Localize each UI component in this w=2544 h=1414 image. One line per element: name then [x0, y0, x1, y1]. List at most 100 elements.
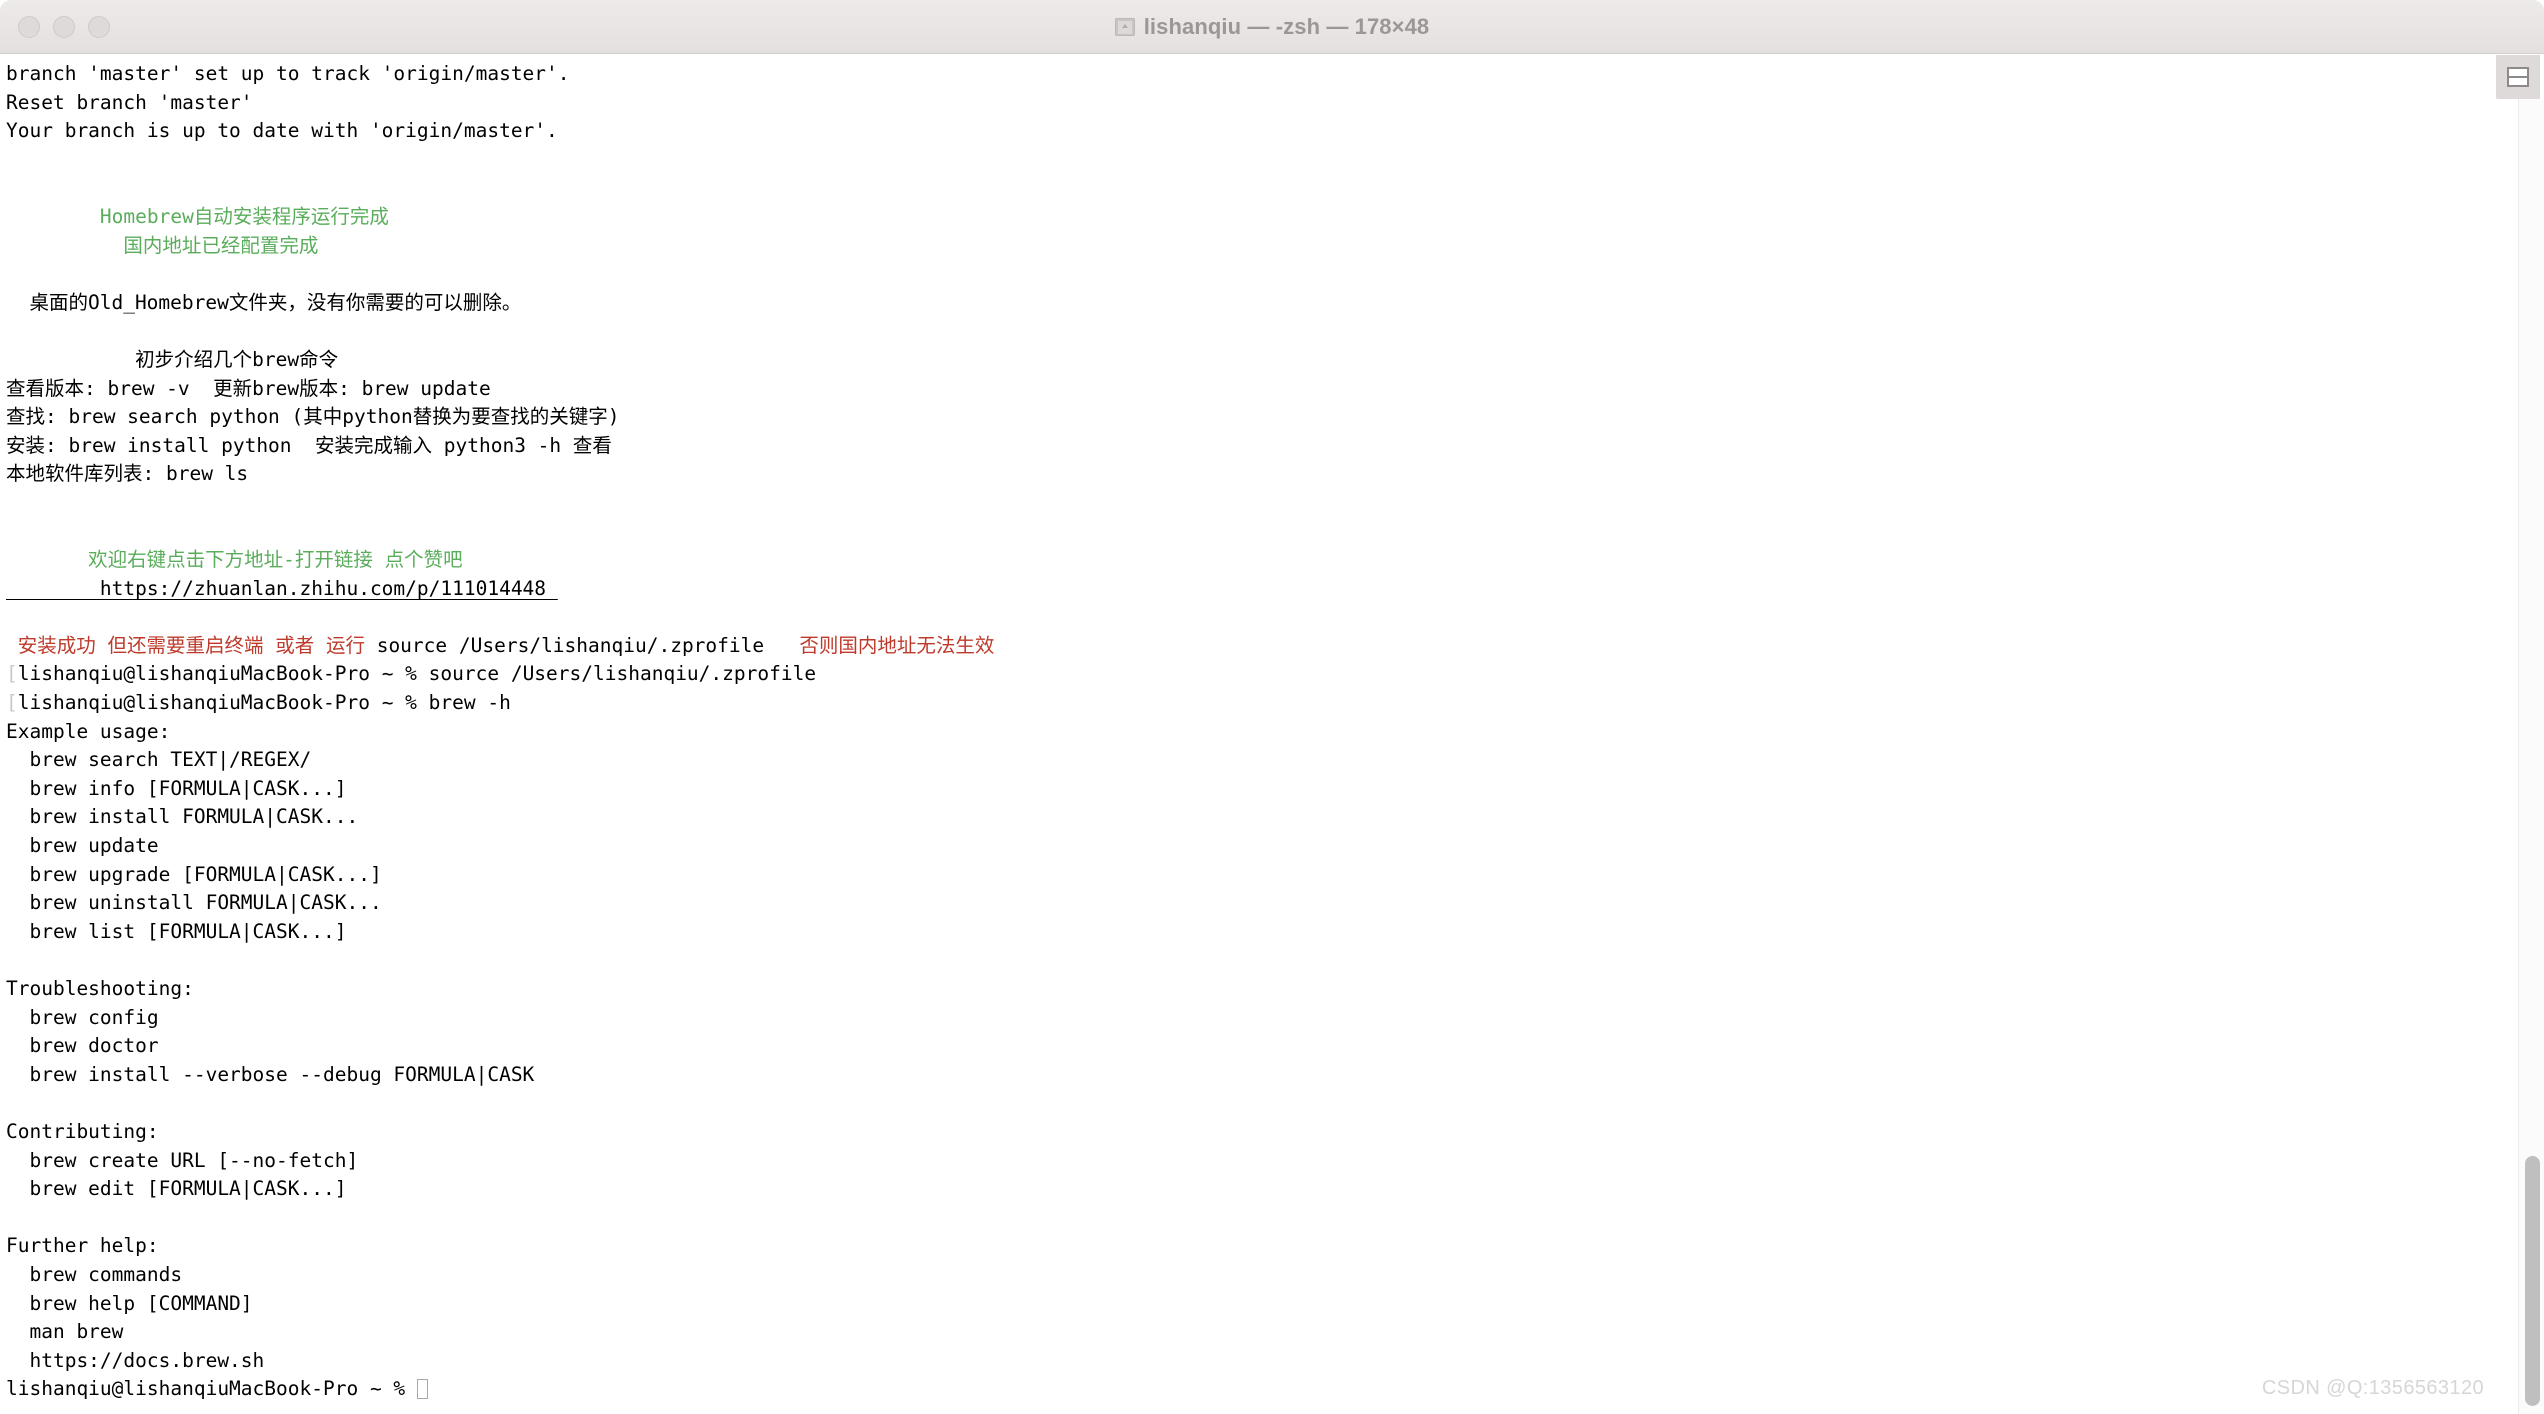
- window-titlebar: lishanqiu — -zsh — 178×48: [0, 0, 2544, 54]
- terminal-line: 桌面的Old_Homebrew文件夹，没有你需要的可以删除。: [0, 289, 2544, 318]
- terminal-text-span: 否则国内地址无法生效: [764, 633, 995, 657]
- split-pane-icon: [2507, 67, 2529, 87]
- terminal-text-span: 安装: brew install python 安装完成输入 python3 -…: [6, 433, 612, 457]
- terminal-line: 查找: brew search python (其中python替换为要查找的关…: [0, 403, 2544, 432]
- terminal-link[interactable]: https://zhuanlan.zhihu.com/p/111014448: [6, 577, 558, 600]
- window-title-group: lishanqiu — -zsh — 178×48: [0, 14, 2544, 40]
- terminal-text-span: brew help [COMMAND]: [6, 1291, 253, 1315]
- terminal-text-span: Example usage:: [6, 719, 171, 743]
- terminal-text-span: [6, 262, 18, 285]
- terminal-text-span: branch 'master' set up to track 'origin/…: [6, 62, 570, 85]
- terminal-text-span: [6, 491, 18, 514]
- terminal-text-span: brew upgrade [FORMULA|CASK...]: [6, 862, 382, 886]
- terminal-line: Homebrew自动安装程序运行完成: [0, 203, 2544, 232]
- terminal-text-span: Contributing:: [6, 1119, 159, 1143]
- terminal-line: Example usage:: [0, 718, 2544, 747]
- terminal-line: brew update: [0, 832, 2544, 861]
- terminal-text-span: Troubleshooting:: [6, 977, 194, 1000]
- split-pane-button[interactable]: [2496, 55, 2540, 99]
- terminal-line: Your branch is up to date with 'origin/m…: [0, 117, 2544, 146]
- terminal-line: brew create URL [--no-fetch]: [0, 1147, 2544, 1176]
- window-title: lishanqiu — -zsh — 178×48: [1143, 13, 1430, 39]
- terminal-line: [0, 317, 2544, 346]
- terminal-text-span: 欢迎右键点击下方地址-打开链接 点个赞吧: [6, 548, 463, 572]
- terminal-text-span: 本地软件库列表: brew ls: [6, 462, 249, 486]
- home-folder-icon: [1114, 17, 1135, 36]
- terminal-text-span: lishanqiu@lishanqiuMacBook-Pro ~ % sourc…: [17, 662, 817, 686]
- terminal-text-span: brew list [FORMULA|CASK...]: [6, 919, 347, 943]
- terminal-window: lishanqiu — -zsh — 178×48 branch 'master…: [0, 0, 2544, 1414]
- terminal-body[interactable]: branch 'master' set up to track 'origin/…: [0, 54, 2544, 1414]
- terminal-line: brew info [FORMULA|CASK...]: [0, 775, 2544, 804]
- terminal-line: brew install --verbose --debug FORMULA|C…: [0, 1061, 2544, 1090]
- terminal-line: brew edit [FORMULA|CASK...]: [0, 1175, 2544, 1204]
- terminal-line: [0, 1204, 2544, 1233]
- terminal-line: Further help:: [0, 1232, 2544, 1261]
- terminal-line: [lishanqiu@lishanqiuMacBook-Pro ~ % sour…: [0, 660, 2544, 689]
- terminal-text-span: https://docs.brew.sh: [6, 1348, 265, 1372]
- terminal-text-span: 查找: brew search python (其中python替换为要查找的关…: [6, 405, 620, 429]
- terminal-text-span: source /Users/lishanqiu/.zprofile: [376, 633, 765, 657]
- terminal-line: branch 'master' set up to track 'origin/…: [0, 60, 2544, 89]
- terminal-text-span: Homebrew自动安装程序运行完成: [6, 204, 389, 228]
- text-cursor: [416, 1379, 428, 1400]
- terminal-line: brew help [COMMAND]: [0, 1290, 2544, 1319]
- terminal-text-span: brew info [FORMULA|CASK...]: [6, 776, 347, 800]
- terminal-line: 本地软件库列表: brew ls: [0, 460, 2544, 489]
- terminal-text-span: brew edit [FORMULA|CASK...]: [6, 1177, 347, 1201]
- terminal-line: 初步介绍几个brew命令: [0, 346, 2544, 375]
- terminal-text-span: 初步介绍几个brew命令: [6, 347, 339, 371]
- terminal-text-span: [6, 176, 18, 199]
- terminal-line: 国内地址已经配置完成: [0, 232, 2544, 261]
- vertical-scrollbar[interactable]: [2518, 99, 2544, 1414]
- terminal-text-span: brew install FORMULA|CASK...: [6, 805, 359, 829]
- terminal-text-span: [6, 605, 18, 628]
- terminal-line: 安装成功 但还需要重启终端 或者 运行 source /Users/lishan…: [0, 632, 2544, 661]
- terminal-text-span: 查看版本: brew -v 更新brew版本: brew update: [6, 376, 491, 400]
- terminal-text-span: brew search TEXT|/REGEX/: [6, 748, 312, 772]
- terminal-line: [0, 146, 2544, 175]
- terminal-text-span: brew install --verbose --debug FORMULA|C…: [6, 1062, 535, 1086]
- terminal-text-span: [6, 1091, 18, 1114]
- terminal-line: man brew: [0, 1318, 2544, 1347]
- terminal-line: [lishanqiu@lishanqiuMacBook-Pro ~ % brew…: [0, 689, 2544, 718]
- terminal-text-span: [6, 520, 18, 543]
- terminal-text-span: brew uninstall FORMULA|CASK...: [6, 891, 382, 915]
- prompt-start-mark: [: [6, 691, 18, 715]
- csdn-watermark: CSDN @Q:1356563120: [2261, 1377, 2484, 1399]
- terminal-output[interactable]: branch 'master' set up to track 'origin/…: [0, 54, 2544, 1404]
- terminal-text-span: lishanqiu@lishanqiuMacBook-Pro ~ %: [6, 1377, 417, 1401]
- terminal-line: Contributing:: [0, 1118, 2544, 1147]
- terminal-text-span: brew commands: [6, 1262, 183, 1286]
- terminal-line: brew uninstall FORMULA|CASK...: [0, 889, 2544, 918]
- terminal-line: brew doctor: [0, 1032, 2544, 1061]
- terminal-text-span: [6, 948, 18, 971]
- terminal-text-span: Your branch is up to date with 'origin/m…: [6, 119, 558, 143]
- terminal-text-span: Reset branch 'master': [6, 90, 253, 114]
- terminal-text-span: [6, 148, 18, 171]
- terminal-line: 安装: brew install python 安装完成输入 python3 -…: [0, 432, 2544, 461]
- terminal-line: [0, 946, 2544, 975]
- terminal-line: [0, 603, 2544, 632]
- terminal-text-span: brew config: [6, 1005, 159, 1029]
- terminal-line: [0, 518, 2544, 547]
- terminal-line: brew upgrade [FORMULA|CASK...]: [0, 861, 2544, 890]
- terminal-line: [0, 260, 2544, 289]
- terminal-line: https://zhuanlan.zhihu.com/p/111014448: [0, 575, 2544, 604]
- scrollbar-thumb[interactable]: [2525, 1156, 2540, 1406]
- terminal-line: Troubleshooting:: [0, 975, 2544, 1004]
- terminal-line: Reset branch 'master': [0, 89, 2544, 118]
- terminal-line: brew list [FORMULA|CASK...]: [0, 918, 2544, 947]
- terminal-text-span: man brew: [6, 1320, 124, 1344]
- terminal-text-span: [6, 1206, 18, 1229]
- terminal-text-span: brew create URL [--no-fetch]: [6, 1148, 359, 1172]
- terminal-line: 欢迎右键点击下方地址-打开链接 点个赞吧: [0, 546, 2544, 575]
- terminal-line: [0, 174, 2544, 203]
- terminal-text-span: 桌面的Old_Homebrew文件夹，没有你需要的可以删除。: [6, 290, 522, 314]
- terminal-line: [0, 1089, 2544, 1118]
- terminal-text-span: brew doctor: [6, 1034, 159, 1058]
- terminal-text-span: 安装成功 但还需要重启终端 或者 运行: [6, 633, 377, 657]
- terminal-line: https://docs.brew.sh: [0, 1347, 2544, 1376]
- terminal-line: [0, 489, 2544, 518]
- terminal-text-span: [6, 319, 18, 342]
